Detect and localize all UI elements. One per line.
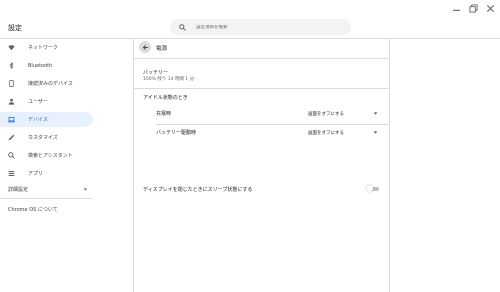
sidebar-item-bluetooth[interactable]: Bluetooth (0, 58, 93, 73)
sidebar-item-connected-devices[interactable]: 接続済みのデバイス (0, 76, 93, 91)
title-divider (134, 58, 389, 59)
close-button[interactable] (485, 3, 496, 14)
sidebar-item-network[interactable]: ネットワーク (0, 40, 93, 55)
person-icon (8, 98, 15, 105)
minimize-button[interactable] (451, 3, 462, 14)
sidebar-item-about[interactable]: Chrome OS について (8, 206, 58, 213)
idle-row-divider (156, 124, 389, 125)
search-icon (8, 152, 15, 159)
page-title: 設定 (8, 24, 22, 32)
content-right-divider (389, 38, 390, 292)
battery-status: 100% 残り 14 時間 1 分 (143, 77, 195, 82)
lid-sleep-label: ディスプレイを閉じたときにスリープ状態にする (143, 187, 253, 193)
sidebar-item-label: 接続済みのデバイス (28, 81, 73, 87)
sidebar-item-device[interactable]: デバイス (0, 112, 93, 127)
restore-button[interactable] (468, 3, 479, 14)
search-icon (179, 23, 186, 31)
pen-icon (8, 134, 15, 141)
back-button[interactable] (139, 41, 151, 53)
close-icon (486, 4, 495, 12)
toggle-knob (366, 185, 373, 192)
chevron-down-icon (373, 112, 378, 115)
select-value: 画面をオフにする (308, 130, 345, 136)
sidebar-separator (0, 198, 93, 199)
sidebar-item-search-assistant[interactable]: 検索とアシスタント (0, 148, 93, 163)
sidebar-divider (133, 38, 134, 292)
select-value: 画面をオフにする (308, 111, 345, 117)
phone-icon (8, 80, 15, 87)
sidebar-item-label: デバイス (28, 117, 48, 123)
bluetooth-icon (8, 62, 15, 69)
lid-sleep-toggle[interactable] (366, 185, 380, 192)
idle-charging-label: 充電時 (156, 111, 172, 117)
sidebar-item-label: ネットワーク (28, 45, 59, 51)
idle-battery-select[interactable]: 画面をオフにする (306, 128, 380, 138)
subpage-title: 電源 (156, 46, 168, 52)
sidebar-item-label: カスタマイズ (28, 135, 58, 141)
apps-icon (8, 170, 15, 177)
search-input[interactable] (196, 24, 336, 30)
sidebar-item-apps[interactable]: アプリ (0, 166, 93, 181)
arrow-left-icon (142, 44, 148, 50)
wifi-icon (8, 44, 15, 51)
sidebar-item-label: ユーザー (28, 99, 48, 105)
sidebar-item-label: 検索とアシスタント (28, 153, 73, 159)
sidebar-item-personalization[interactable]: カスタマイズ (0, 130, 93, 145)
laptop-icon (8, 116, 15, 123)
sidebar-advanced[interactable]: 詳細設定 (8, 184, 88, 194)
idle-charging-select[interactable]: 画面をオフにする (306, 109, 380, 119)
header-divider (0, 38, 500, 39)
window-controls (451, 2, 496, 14)
minimize-icon (452, 9, 461, 11)
sidebar-item-users[interactable]: ユーザー (0, 94, 93, 109)
idle-battery-label: バッテリー駆動時 (156, 130, 197, 136)
sidebar-item-label: アプリ (28, 171, 44, 177)
advanced-label: 詳細設定 (8, 186, 29, 193)
battery-divider (134, 88, 389, 89)
battery-label: バッテリー (143, 70, 169, 76)
chevron-down-icon (373, 131, 378, 134)
sidebar-item-label: Bluetooth (28, 62, 53, 69)
search-bar[interactable] (170, 19, 351, 35)
restore-icon (469, 3, 478, 13)
chevron-down-icon (83, 188, 88, 190)
idle-section-title: アイドル状態のとき (143, 95, 188, 101)
